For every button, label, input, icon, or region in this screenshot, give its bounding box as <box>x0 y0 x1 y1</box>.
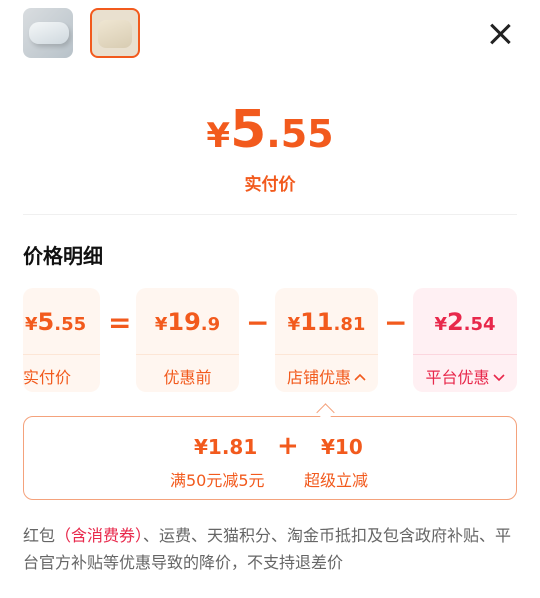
discount-value: ¥1.81 <box>194 435 258 459</box>
chevron-down-icon <box>492 374 505 382</box>
chevron-up-icon <box>354 373 366 381</box>
discount-label: 满50元减5元 <box>170 471 265 490</box>
store-discount-detail: ¥1.81 满50元减5元 + ¥10 超级立减 <box>23 416 517 500</box>
divider <box>136 354 239 355</box>
note-prefix: 红包 <box>23 526 56 545</box>
breakdown-platform-discount[interactable]: ¥2.54 平台优惠 <box>413 288 517 392</box>
pillow-image <box>29 22 69 44</box>
breakdown-label: 平台优惠 <box>413 364 517 388</box>
divider <box>275 354 378 355</box>
discount-value: ¥10 <box>321 435 363 459</box>
value-integer: 19 <box>167 308 201 336</box>
discount-label: 超级立减 <box>304 471 369 490</box>
currency-symbol: ¥ <box>154 314 168 335</box>
currency-symbol: ¥ <box>206 116 231 156</box>
minus-operator: − <box>246 306 270 339</box>
currency-symbol: ¥ <box>434 314 447 335</box>
breakdown-paid: ¥5.55 实付价 <box>23 288 100 392</box>
currency-symbol: ¥ <box>287 314 301 335</box>
disclaimer-text: 红包（含消费券）、运费、天猫积分、淘金币抵扣及包含政府补贴、平台官方补贴等优惠导… <box>23 522 517 576</box>
breakdown-original: ¥19.9 优惠前 <box>136 288 239 392</box>
final-price-label: 实付价 <box>244 175 296 195</box>
note-highlight: （含消费券） <box>55 526 144 545</box>
breakdown-label: 优惠前 <box>163 368 212 387</box>
product-thumbnail-beige-selected[interactable] <box>90 8 140 58</box>
close-icon[interactable] <box>486 20 514 48</box>
price-decimal: .55 <box>266 112 334 156</box>
divider <box>23 214 517 215</box>
divider <box>413 354 517 355</box>
divider <box>23 354 100 355</box>
value-decimal: .9 <box>200 314 221 335</box>
plus-operator: + <box>277 431 299 461</box>
equals-operator: = <box>108 306 132 339</box>
breakdown-store-discount[interactable]: ¥11.81 店铺优惠 <box>275 288 378 392</box>
minus-operator: − <box>384 306 408 339</box>
label-text: 店铺优惠 <box>286 368 351 387</box>
breakdown-label: 店铺优惠 <box>275 364 378 388</box>
label-text: 平台优惠 <box>425 368 490 387</box>
breakdown-label: 实付价 <box>23 368 72 387</box>
final-price: ¥5.55 <box>0 100 540 160</box>
currency-symbol: ¥ <box>25 314 38 335</box>
value-integer: 5 <box>37 308 55 336</box>
value-decimal: .81 <box>333 314 366 335</box>
value-decimal: .55 <box>54 314 87 335</box>
pillow-image <box>98 20 132 48</box>
price-integer: 5 <box>230 100 267 160</box>
value-integer: 2 <box>446 308 464 336</box>
value-decimal: .54 <box>463 314 496 335</box>
section-title: 价格明细 <box>23 244 103 268</box>
product-thumbnail-white[interactable] <box>23 8 73 58</box>
value-integer: 11 <box>300 308 334 336</box>
